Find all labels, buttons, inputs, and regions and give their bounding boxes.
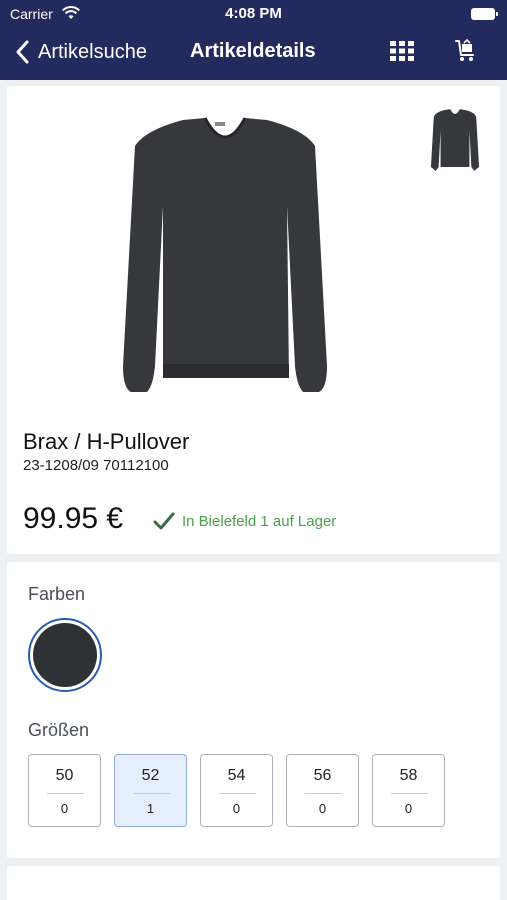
size-stock: 0	[60, 801, 69, 816]
size-divider	[219, 793, 256, 794]
colors-label: Farben	[28, 584, 86, 604]
check-icon	[153, 512, 175, 530]
stores-card	[7, 866, 500, 900]
size-stock: 0	[404, 801, 413, 816]
size-option[interactable]: 58 0	[372, 754, 445, 827]
options-card: Farben Größen 50 0 52 1 54 0 56 0 58 0	[7, 562, 500, 858]
size-option[interactable]: 54 0	[200, 754, 273, 827]
thumbnail-image[interactable]	[428, 106, 482, 174]
size-value: 50	[55, 767, 74, 784]
size-stock: 0	[318, 801, 327, 816]
size-value: 58	[399, 767, 418, 784]
size-value: 54	[227, 767, 246, 784]
status-bar: Carrier 4:08 PM	[0, 0, 507, 28]
back-button-label: Artikelsuche	[38, 40, 147, 63]
color-swatch-image	[33, 623, 97, 687]
back-button[interactable]: Artikelsuche	[12, 38, 147, 66]
size-option-selected[interactable]: 52 1	[114, 754, 187, 827]
product-sku: 23-1208/09 70112100	[23, 457, 169, 474]
size-value: 56	[313, 767, 332, 784]
size-option[interactable]: 50 0	[28, 754, 101, 827]
size-divider	[133, 793, 170, 794]
navigation-bar: Carrier 4:08 PM Artikelsuche Artikeldeta…	[0, 0, 507, 80]
size-divider	[47, 793, 84, 794]
size-option[interactable]: 56 0	[286, 754, 359, 827]
stock-status: In Bielefeld 1 auf Lager	[152, 510, 336, 532]
size-stock: 0	[232, 801, 241, 816]
size-stock: 1	[146, 801, 155, 816]
product-card: Brax / H-Pullover 23-1208/09 70112100 99…	[7, 86, 500, 554]
product-name: Brax / H-Pullover	[23, 429, 190, 454]
status-time: 4:08 PM	[225, 5, 282, 22]
cart-icon[interactable]	[452, 38, 478, 64]
size-value: 52	[141, 767, 160, 784]
product-image[interactable]	[115, 116, 335, 396]
color-swatch[interactable]	[28, 618, 102, 692]
product-price: 99.95 €	[23, 502, 124, 535]
page-title: Artikeldetails	[190, 40, 316, 62]
size-selector: 50 0 52 1 54 0 56 0 58 0	[28, 754, 458, 827]
stock-status-label: In Bielefeld 1 auf Lager	[182, 512, 337, 530]
size-divider	[305, 793, 342, 794]
size-divider	[391, 793, 428, 794]
sizes-label: Größen	[28, 720, 90, 740]
battery-icon	[471, 8, 498, 20]
grid-icon[interactable]	[390, 41, 414, 61]
chevron-left-icon	[16, 40, 29, 64]
